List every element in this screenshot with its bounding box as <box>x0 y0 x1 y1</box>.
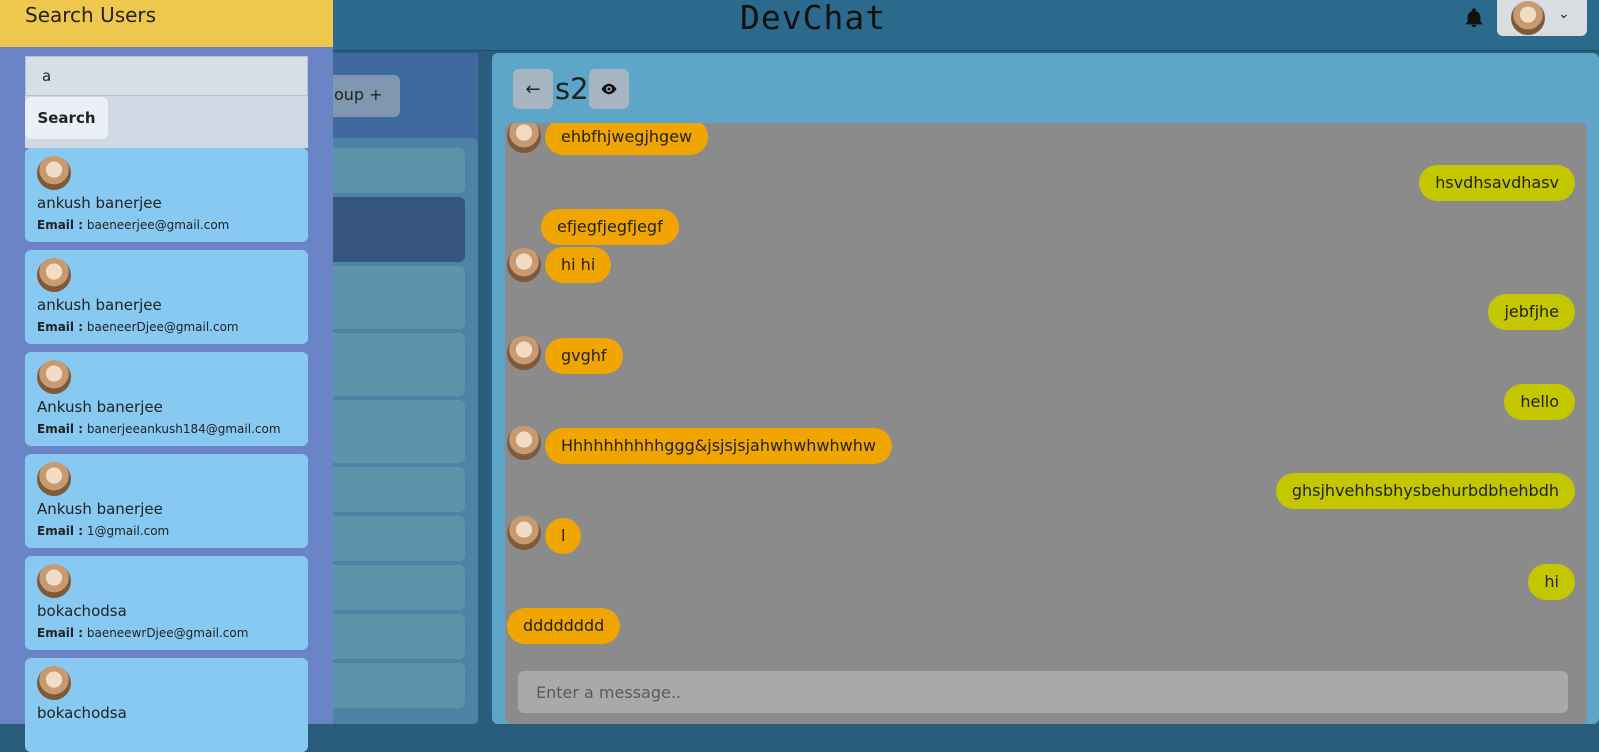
search-input[interactable] <box>25 56 308 96</box>
email-value: baeneerDjee@gmail.com <box>86 320 239 334</box>
sender-avatar[interactable] <box>507 123 541 153</box>
chat-list-item-selected[interactable] <box>318 197 465 262</box>
avatar <box>37 156 71 190</box>
user-email: Email : baeneewrDjee@gmail.com <box>37 626 248 640</box>
sender-avatar[interactable] <box>507 336 541 370</box>
user-list-item[interactable]: Ankush banerjee Email : 1@gmail.com <box>25 454 308 548</box>
avatar <box>37 666 71 700</box>
chat-list-item[interactable] <box>318 400 465 463</box>
message-list: ehbfhjwegjhgew hsvdhsavdhasv efjegfjegfjeg… <box>505 123 1587 724</box>
view-profile-button[interactable] <box>589 69 629 109</box>
search-users-drawer: Search Users Search ankush banerjee Email… <box>0 0 333 752</box>
app-title: DevChat <box>740 0 887 37</box>
avatar <box>37 564 71 598</box>
user-name: ankush banerjee <box>37 194 162 212</box>
message-bubble-incoming: gvghf <box>545 338 623 374</box>
user-list-item[interactable]: ankush banerjee Email : baeneerjee@gmail.… <box>25 148 308 242</box>
email-value: baeneewrDjee@gmail.com <box>86 626 249 640</box>
message-bubble-incoming: efjegfjegfjegf <box>541 209 679 245</box>
search-button[interactable]: Search <box>25 97 108 139</box>
avatar <box>37 258 71 292</box>
drawer-title: Search Users <box>25 3 157 27</box>
message-bubble-outgoing: hello <box>1504 384 1575 420</box>
user-email: Email : baeneerDjee@gmail.com <box>37 320 239 334</box>
sender-avatar[interactable] <box>507 248 541 282</box>
email-label: Email : <box>37 524 84 538</box>
user-name: bokachodsa <box>37 704 127 722</box>
email-label: Email : <box>37 320 84 334</box>
bell-icon[interactable] <box>1463 6 1485 30</box>
message-bubble-incoming: hi hi <box>545 247 612 283</box>
chevron-down-icon: ⌄ <box>1558 6 1570 22</box>
user-name: Ankush banerjee <box>37 500 163 518</box>
email-label: Email : <box>37 626 84 640</box>
email-value: banerjeeankush184@gmail.com <box>86 422 281 436</box>
message-bubble-incoming: ehbfhjwegjhgew <box>545 123 709 155</box>
profile-menu-button[interactable]: ⌄ <box>1497 0 1587 36</box>
user-name: ankush banerjee <box>37 296 162 314</box>
message-bubble-outgoing: hi <box>1528 564 1575 600</box>
user-email: Email : baeneerjee@gmail.com <box>37 218 229 232</box>
message-bubble-incoming: dddddddd <box>507 608 621 644</box>
message-bubble-outgoing: hsvdhsavdhasv <box>1419 165 1575 201</box>
arrow-left-icon: ← <box>525 78 541 100</box>
email-label: Email : <box>37 422 84 436</box>
chat-title: s2 <box>555 72 589 106</box>
email-label: Email : <box>37 218 84 232</box>
message-bubble-outgoing: ghsjhvehhsbhysbehurbdbhehbdh <box>1275 473 1575 509</box>
user-email: Email : banerjeeankush184@gmail.com <box>37 422 281 436</box>
message-bubble-incoming: Hhhhhhhhhhggg&jsjsjsjahwhwhwhwhw <box>545 428 892 464</box>
chat-list-item[interactable] <box>318 663 465 708</box>
eye-icon <box>601 83 617 95</box>
chat-list-item[interactable] <box>318 516 465 561</box>
chat-list-item[interactable] <box>318 467 465 512</box>
user-email: Email : 1@gmail.com <box>37 524 169 538</box>
avatar <box>37 360 71 394</box>
email-value: baeneerjee@gmail.com <box>86 218 230 232</box>
message-bubble-outgoing: jebfjhe <box>1488 294 1575 330</box>
chat-list-item[interactable] <box>318 614 465 659</box>
chat-list-item[interactable] <box>318 565 465 610</box>
message-input[interactable] <box>518 671 1568 713</box>
user-name: Ankush banerjee <box>37 398 163 416</box>
user-list-item[interactable]: ankush banerjee Email : baeneerDjee@gmail… <box>25 250 308 344</box>
avatar <box>37 462 71 496</box>
avatar <box>1511 1 1545 35</box>
back-button[interactable]: ← <box>513 69 553 109</box>
chat-list-item[interactable] <box>318 266 465 329</box>
chat-list-item[interactable] <box>318 148 465 193</box>
sender-avatar[interactable] <box>507 516 541 550</box>
drawer-header: Search Users <box>0 0 333 47</box>
user-list-item[interactable]: Ankush banerjee Email : banerjeeankush184… <box>25 352 308 446</box>
sender-avatar[interactable] <box>507 426 541 460</box>
email-value: 1@gmail.com <box>86 524 170 538</box>
user-name: bokachodsa <box>37 602 127 620</box>
user-list-item[interactable]: bokachodsa <box>25 658 308 752</box>
message-bubble-incoming: l <box>545 518 582 554</box>
user-list-item[interactable]: bokachodsa Email : baeneewrDjee@gmail.com <box>25 556 308 650</box>
chat-list-item[interactable] <box>318 333 465 396</box>
